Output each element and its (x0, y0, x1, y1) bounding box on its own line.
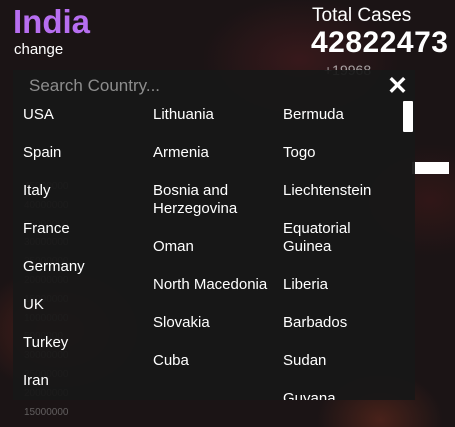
total-cases-value: 42822473 (311, 26, 449, 59)
close-icon[interactable]: ✕ (387, 71, 408, 101)
change-country-link[interactable]: change (14, 41, 63, 58)
search-input[interactable] (13, 70, 383, 102)
country-option[interactable]: Barbados (283, 314, 403, 332)
country-option[interactable]: Liechtenstein (283, 182, 403, 200)
country-option[interactable]: Cuba (153, 352, 273, 370)
country-option[interactable]: Iran (23, 372, 143, 390)
scrollbar-thumb[interactable] (403, 101, 413, 132)
country-option[interactable]: Turkey (23, 334, 143, 352)
country-option[interactable]: Armenia (153, 144, 273, 162)
country-option[interactable]: Italy (23, 182, 143, 200)
country-option[interactable]: North Macedonia (153, 276, 273, 294)
chart-toggle-bar (412, 162, 449, 174)
country-option[interactable]: Lithuania (153, 106, 273, 124)
country-option[interactable]: Sudan (283, 352, 403, 370)
country-option[interactable]: Bosnia and Herzegovina (153, 182, 273, 218)
country-column: Bermuda Togo Liechtenstein Equatorial Guine… (283, 106, 403, 400)
country-option[interactable]: Equatorial Guinea (283, 220, 403, 256)
country-column: Lithuania Armenia Bosnia and Herzegovina Om… (153, 106, 273, 390)
country-option[interactable]: USA (23, 106, 143, 124)
total-cases-label: Total Cases (312, 5, 412, 26)
country-option[interactable]: Guyana (283, 390, 403, 400)
country-option[interactable]: Oman (153, 238, 273, 256)
country-option[interactable]: Bermuda (283, 106, 403, 124)
country-column: USA Spain Italy France Germany UK Turkey Iran (23, 106, 143, 400)
background-axis-tick: 15000000 (24, 406, 69, 418)
country-option[interactable]: Liberia (283, 276, 403, 294)
country-option[interactable]: Slovakia (153, 314, 273, 332)
country-title: India (13, 3, 91, 40)
country-option[interactable]: UK (23, 296, 143, 314)
country-search-overlay: ✕ USA Spain Italy France Germany UK Turkey Iran… (13, 70, 415, 400)
country-option[interactable]: France (23, 220, 143, 238)
country-option[interactable]: Germany (23, 258, 143, 276)
country-option[interactable]: Togo (283, 144, 403, 162)
country-option[interactable]: Spain (23, 144, 143, 162)
